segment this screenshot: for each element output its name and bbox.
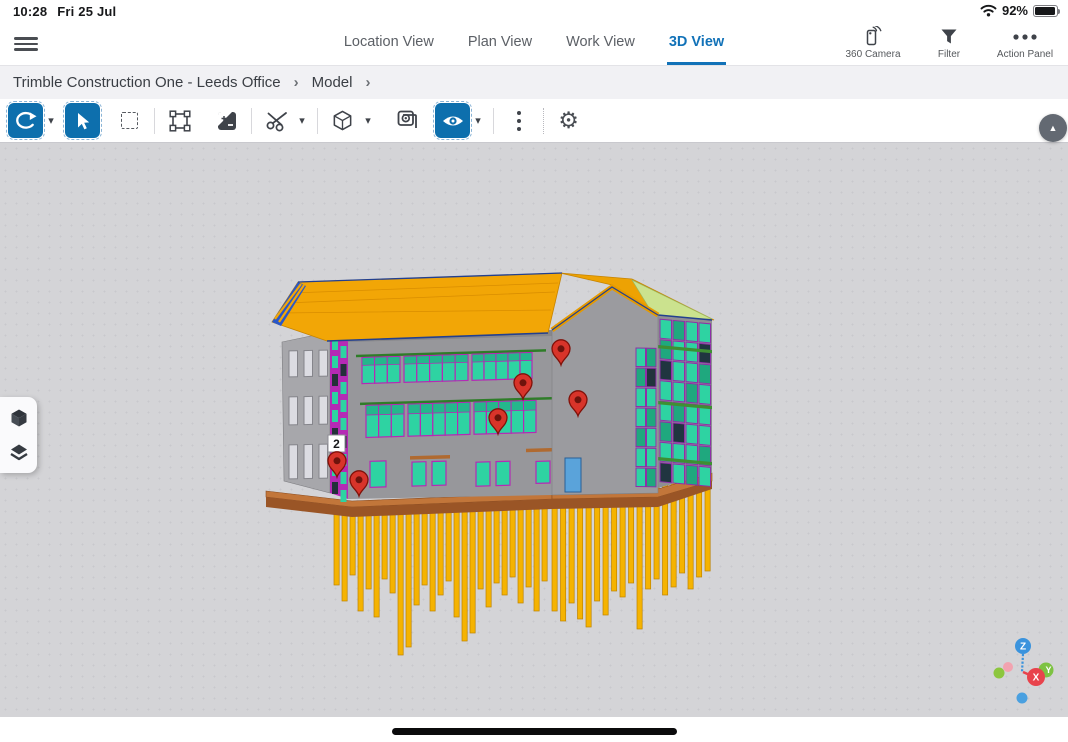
camera-360-button[interactable]: 360 Camera [842, 26, 904, 60]
action-panel-button[interactable]: Action Panel [994, 26, 1056, 60]
gear-icon: ⚙ [558, 109, 579, 132]
collapse-up-icon: ▲ [1049, 123, 1058, 133]
pin-hole [558, 345, 565, 352]
camera-360-label: 360 Camera [845, 49, 900, 60]
ellipsis-icon [1012, 26, 1038, 47]
visibility-button[interactable] [435, 103, 470, 138]
svg-text:Z: Z [1020, 642, 1026, 653]
west-wall [282, 332, 330, 493]
pin-hole [495, 414, 502, 421]
layers-button[interactable] [5, 438, 33, 466]
kebab-icon [516, 110, 522, 132]
cursor-icon [73, 111, 93, 131]
breadcrumb-project[interactable]: Trimble Construction One - Leeds Office [13, 74, 281, 91]
home-indicator[interactable] [392, 728, 677, 735]
filter-button[interactable]: Filter [918, 26, 980, 60]
breadcrumb: Trimble Construction One - Leeds Office … [0, 65, 1068, 99]
camera-360-icon [862, 26, 884, 47]
visibility-caret-button[interactable]: ▾ [470, 103, 486, 138]
tab-location-view[interactable]: Location View [342, 22, 436, 65]
breadcrumb-chevron-icon: › [365, 74, 370, 91]
marquee-select-button[interactable] [112, 103, 147, 138]
adjust-contrast-button[interactable] [209, 103, 244, 138]
model-tree-button[interactable] [5, 404, 33, 432]
tab-3d-view[interactable]: 3D View [667, 22, 726, 65]
model-cube-icon [9, 408, 29, 428]
battery-percent: 92% [1002, 3, 1028, 18]
orbit-caret-button[interactable]: ▾ [43, 103, 59, 138]
snapshot-stack-icon [396, 109, 419, 132]
collapse-toolbar-button[interactable]: ▲ [1039, 114, 1067, 142]
pin-hole [575, 396, 582, 403]
axis-neg-dot [1003, 662, 1013, 672]
snapshots-button[interactable] [390, 103, 425, 138]
model-tools-flyout [0, 397, 37, 473]
more-options-button[interactable] [501, 103, 536, 138]
cube-caret-button[interactable]: ▾ [360, 103, 376, 138]
wifi-icon [980, 4, 997, 17]
status-time: 10:28 [13, 4, 47, 19]
frame-corners-icon [169, 110, 191, 132]
breadcrumb-model[interactable]: Model [312, 74, 353, 91]
cut-tool-button[interactable] [259, 103, 294, 138]
scissors-icon [265, 110, 289, 132]
orbit-icon [14, 109, 37, 132]
right-gable-wall [552, 287, 658, 495]
tab-work-view[interactable]: Work View [564, 22, 637, 65]
layers-icon [9, 443, 29, 462]
frame-select-button[interactable] [162, 103, 197, 138]
action-panel-label: Action Panel [997, 49, 1053, 60]
axis-gizmo[interactable]: Y X Z [994, 638, 1054, 704]
top-nav-bar: Location View Plan View Work View 3D Vie… [0, 22, 1068, 65]
settings-button[interactable]: ⚙ [551, 103, 586, 138]
svg-text:2: 2 [333, 437, 340, 451]
trimble-field-app: 10:28 Fri 25 Jul 92% Location View Plan V… [0, 0, 1068, 742]
pin-hole [520, 379, 527, 386]
select-tool-button[interactable] [65, 103, 100, 138]
status-time-date: 10:28 Fri 25 Jul [13, 4, 126, 19]
model-viewport[interactable]: 2 Y X Z [0, 143, 1068, 717]
pin-count-badge: 2 [328, 435, 345, 452]
filter-label: Filter [938, 49, 960, 60]
roof-front [272, 273, 562, 341]
axis-neg-dot [994, 668, 1005, 679]
bottom-system-bar [0, 717, 1068, 742]
building-model-3d-view[interactable]: 2 Y X Z [0, 143, 1068, 717]
model-cube-button[interactable] [325, 103, 360, 138]
cut-caret-button[interactable]: ▾ [294, 103, 310, 138]
battery-icon [1033, 5, 1058, 17]
svg-text:X: X [1033, 673, 1040, 684]
svg-text:Y: Y [1045, 665, 1051, 675]
adjust-contrast-icon [217, 111, 237, 131]
axis-neg-dot [1017, 693, 1028, 704]
entrance-door [565, 458, 581, 492]
pin-hole [356, 476, 363, 483]
cube-icon [331, 109, 354, 132]
tab-plan-view[interactable]: Plan View [466, 22, 534, 65]
status-date: Fri 25 Jul [57, 4, 116, 19]
main-facade [348, 330, 564, 499]
marquee-dashed-icon [121, 112, 138, 129]
orbit-tool-button[interactable] [8, 103, 43, 138]
breadcrumb-chevron-icon: › [294, 74, 299, 91]
filter-funnel-icon [939, 26, 959, 47]
pin-hole [334, 457, 341, 464]
curtain-wall-east [658, 315, 712, 488]
status-bar: 10:28 Fri 25 Jul 92% [0, 0, 1068, 22]
viewer-toolbar: ▾ [0, 99, 1068, 143]
eye-icon [441, 111, 465, 131]
